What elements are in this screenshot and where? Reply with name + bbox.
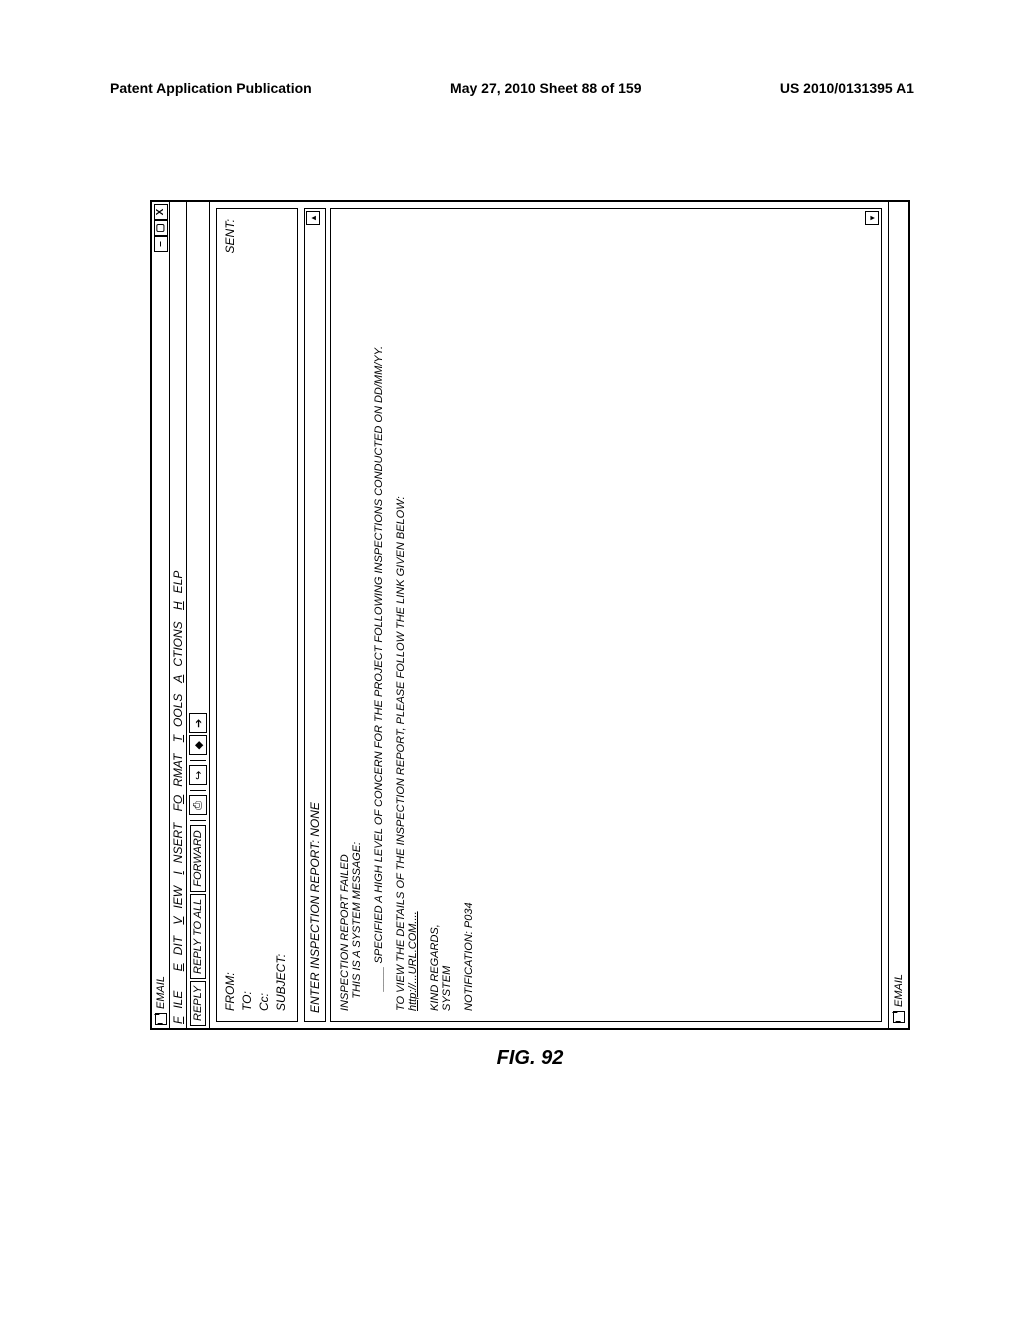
menu-insert[interactable]: INSERT bbox=[171, 823, 185, 875]
sent-label: SENT: bbox=[223, 219, 237, 253]
mail-icon bbox=[154, 1012, 168, 1026]
reply-all-button[interactable]: REPLY TO ALL bbox=[190, 894, 206, 979]
subject-display: ENTER INSPECTION REPORT: NONE ▴ bbox=[304, 208, 326, 1022]
scroll-up-icon[interactable]: ▴ bbox=[306, 211, 320, 225]
reply-button[interactable]: REPLY bbox=[190, 981, 206, 1026]
titlebar: EMAIL – ▢ X bbox=[152, 202, 170, 1028]
forward-button[interactable]: FORWARD bbox=[190, 825, 206, 891]
body-system: SYSTEM bbox=[441, 966, 453, 1011]
mail-icon bbox=[892, 1010, 906, 1024]
header-center: May 27, 2010 Sheet 88 of 159 bbox=[450, 80, 641, 96]
body-notification: NOTIFICATION: P034 bbox=[463, 219, 475, 1011]
statusbar: EMAIL bbox=[888, 202, 908, 1028]
from-label: FROM: bbox=[223, 921, 237, 1011]
next-icon[interactable]: ➔ bbox=[189, 713, 207, 733]
close-button[interactable]: X bbox=[154, 204, 168, 220]
move-icon[interactable]: ↪ bbox=[189, 765, 207, 785]
separator bbox=[190, 789, 206, 791]
figure-container: EMAIL – ▢ X FILE EDIT VIEW INSERT FORMAT… bbox=[150, 200, 910, 1030]
menu-help[interactable]: HELP bbox=[171, 571, 185, 610]
prev-icon[interactable]: ◆ bbox=[189, 735, 207, 755]
message-header: FROM: SENT: TO: Cc: SUBJECT: bbox=[216, 208, 298, 1022]
separator bbox=[190, 819, 206, 821]
body-line-3: ____ SPECIFIED A HIGH LEVEL OF CONCERN F… bbox=[373, 219, 385, 1011]
scroll-down-icon[interactable]: ▾ bbox=[865, 211, 879, 225]
menu-tools[interactable]: TOOLS bbox=[171, 694, 185, 743]
to-label: TO: bbox=[240, 991, 254, 1011]
menu-edit[interactable]: EDIT bbox=[171, 936, 185, 971]
body-line-4: TO VIEW THE DETAILS OF THE INSPECTION RE… bbox=[395, 496, 407, 1011]
menu-format[interactable]: FORMAT bbox=[171, 754, 185, 812]
status-label: EMAIL bbox=[893, 974, 905, 1007]
toolbar: REPLY REPLY TO ALL FORWARD ⎙ ↪ ◆ ➔ bbox=[187, 202, 210, 1028]
subject-label: SUBJECT: bbox=[274, 954, 288, 1011]
minimize-button[interactable]: – bbox=[154, 236, 168, 252]
menubar: FILE EDIT VIEW INSERT FORMAT TOOLS ACTIO… bbox=[170, 202, 187, 1028]
print-icon[interactable]: ⎙ bbox=[189, 795, 207, 815]
body-line-1: INSPECTION REPORT FAILED bbox=[339, 854, 351, 1011]
figure-label: FIG. 92 bbox=[497, 1047, 564, 1070]
message-body: INSPECTION REPORT FAILED THIS IS A SYSTE… bbox=[330, 208, 882, 1022]
subject-text: ENTER INSPECTION REPORT: NONE bbox=[308, 802, 322, 1013]
header-right: US 2010/0131395 A1 bbox=[780, 80, 914, 96]
email-window: EMAIL – ▢ X FILE EDIT VIEW INSERT FORMAT… bbox=[150, 200, 910, 1030]
maximize-button[interactable]: ▢ bbox=[154, 220, 168, 236]
menu-file[interactable]: FILE bbox=[171, 983, 185, 1024]
menu-actions[interactable]: ACTIONS bbox=[171, 621, 185, 682]
page-header: Patent Application Publication May 27, 2… bbox=[0, 0, 1024, 106]
cc-label: Cc: bbox=[257, 993, 271, 1011]
body-regards: KIND REGARDS, bbox=[429, 924, 441, 1011]
separator bbox=[190, 759, 206, 761]
window-title: EMAIL bbox=[155, 252, 167, 1009]
body-link[interactable]: http://...URL.COM.... bbox=[407, 911, 419, 1011]
menu-view[interactable]: VIEW bbox=[171, 886, 185, 925]
header-left: Patent Application Publication bbox=[110, 80, 312, 96]
body-line-2: THIS IS A SYSTEM MESSAGE: bbox=[351, 842, 363, 999]
